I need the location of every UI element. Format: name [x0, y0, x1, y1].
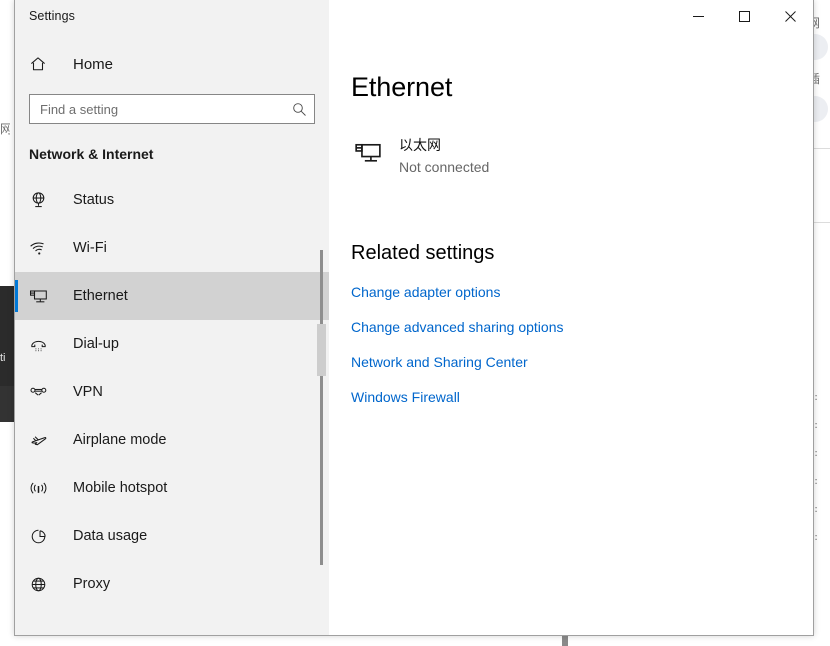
airplane-icon	[29, 431, 57, 450]
sidebar-item-label: Ethernet	[73, 288, 128, 304]
ethernet-icon	[29, 287, 57, 306]
adapter-name: 以太网	[399, 138, 441, 154]
background-taskbar-panel	[0, 286, 14, 386]
home-icon	[29, 55, 57, 73]
app-title: Settings	[29, 9, 75, 23]
related-settings-title: Related settings	[351, 242, 495, 264]
search-button[interactable]	[284, 95, 314, 123]
vpn-icon	[29, 383, 57, 402]
search-input[interactable]	[30, 95, 284, 123]
sidebar-item-ethernet[interactable]: Ethernet	[15, 272, 329, 320]
search-icon	[292, 102, 306, 116]
selection-accent-bar	[15, 280, 18, 312]
link-change-advanced-sharing-options[interactable]: Change advanced sharing options	[351, 319, 564, 335]
sidebar-item-vpn[interactable]: VPN	[15, 368, 329, 416]
title-bar[interactable]: Settings	[15, 0, 813, 32]
sidebar-item-home[interactable]: Home	[15, 44, 329, 84]
data-usage-pie-icon	[29, 527, 57, 546]
dialup-phone-icon	[29, 335, 57, 354]
sidebar-scrollbar-thumb[interactable]	[317, 324, 326, 376]
sidebar-nav-list: Status Wi-Fi Ethernet Dial-up VPN Airpla…	[15, 176, 329, 635]
link-windows-firewall[interactable]: Windows Firewall	[351, 389, 460, 405]
sidebar-item-label-home: Home	[73, 55, 114, 73]
adapter-info: 以太网 Not connected	[399, 137, 489, 176]
minimize-button[interactable]	[675, 0, 721, 32]
link-change-adapter-options[interactable]: Change adapter options	[351, 284, 500, 300]
background-left-glyph: 网	[0, 122, 10, 136]
background-taskbar-text: ti	[0, 352, 6, 364]
sidebar-item-label: Proxy	[73, 576, 111, 592]
minimize-icon	[692, 15, 704, 17]
sidebar-item-label: Wi-Fi	[73, 240, 107, 256]
search-box[interactable]	[29, 94, 315, 124]
ethernet-adapter-row[interactable]: 以太网 Not connected	[351, 137, 813, 176]
sidebar-item-label: Status	[73, 192, 115, 208]
hotspot-icon	[29, 479, 57, 498]
sidebar-item-dial-up[interactable]: Dial-up	[15, 320, 329, 368]
close-button[interactable]	[767, 0, 813, 32]
sidebar-category-title: Network & Internet	[29, 146, 154, 162]
sidebar-item-label: Airplane mode	[73, 432, 167, 448]
ethernet-adapter-icon	[351, 137, 385, 166]
sidebar-item-mobile-hotspot[interactable]: Mobile hotspot	[15, 464, 329, 512]
title-bar-left: Settings	[15, 0, 329, 32]
sidebar-item-label: VPN	[73, 384, 103, 400]
sidebar-scrollbar-track[interactable]	[320, 250, 323, 565]
background-taskbar-panel-lower	[0, 386, 14, 422]
status-globe-icon	[29, 191, 57, 210]
window-body: Home Network & Internet	[15, 32, 813, 635]
sidebar-item-wifi[interactable]: Wi-Fi	[15, 224, 329, 272]
sidebar-item-status[interactable]: Status	[15, 176, 329, 224]
maximize-icon	[738, 10, 750, 22]
related-settings-links: Change adapter options Change advanced s…	[351, 284, 813, 405]
sidebar-item-proxy[interactable]: Proxy	[15, 560, 329, 608]
sidebar: Home Network & Internet	[15, 32, 329, 635]
maximize-button[interactable]	[721, 0, 767, 32]
window-controls	[329, 0, 813, 32]
close-icon	[784, 10, 796, 22]
settings-window: Settings Home Find a setting Network & I…	[14, 0, 814, 636]
sidebar-item-data-usage[interactable]: Data usage	[15, 512, 329, 560]
sidebar-item-airplane-mode[interactable]: Airplane mode	[15, 416, 329, 464]
page-title: Ethernet	[351, 72, 453, 102]
link-network-and-sharing-center[interactable]: Network and Sharing Center	[351, 354, 528, 370]
proxy-globe-icon	[29, 575, 57, 594]
sidebar-item-label: Data usage	[73, 528, 148, 544]
main-content: Ethernet 以太网 Not connected Related setti…	[329, 32, 813, 635]
wifi-icon	[29, 239, 57, 258]
sidebar-item-label: Mobile hotspot	[73, 480, 168, 496]
sidebar-item-label: Dial-up	[73, 336, 119, 352]
adapter-status: Not connected	[399, 159, 490, 175]
